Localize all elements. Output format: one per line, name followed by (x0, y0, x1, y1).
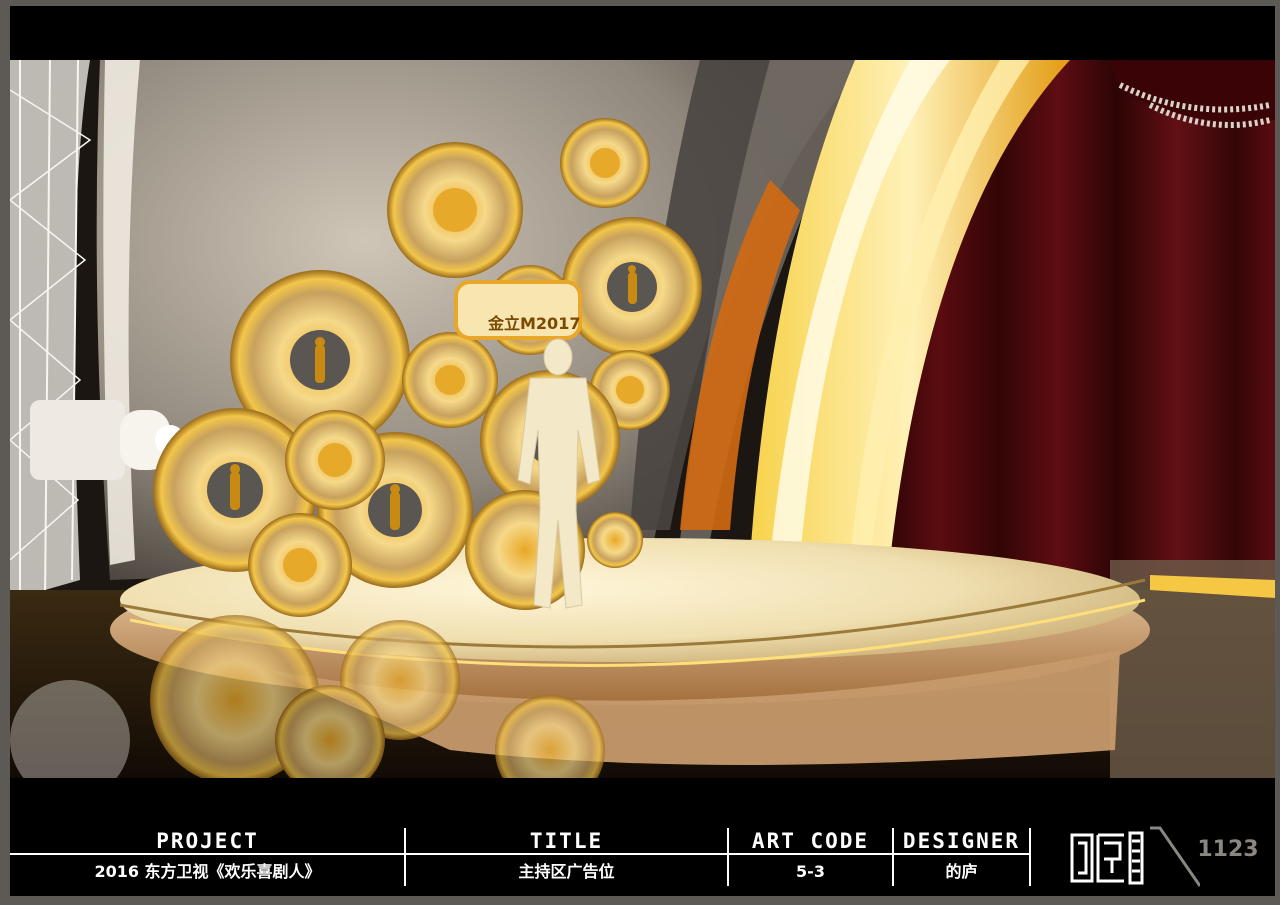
designer-value: 的庐 (945, 862, 978, 881)
art-code-label: ART CODE (751, 829, 870, 853)
project-value: 2016 东方卫视《欢乐喜剧人》 (94, 862, 321, 881)
stage-illustration (10, 60, 1275, 778)
sheet-frame: 金立M2017 PROJECT 2016 东方卫视《欢乐喜剧人》 TITLE 主… (0, 0, 1280, 905)
designer-label: DESIGNER (902, 829, 1021, 853)
stage-sign-text: 金立M2017 (488, 314, 581, 333)
sheet-number: 1123 (1197, 837, 1259, 862)
title-block: PROJECT 2016 东方卫视《欢乐喜剧人》 TITLE 主持区广告位 AR… (10, 826, 1200, 888)
stage-render (10, 60, 1275, 778)
project-label: PROJECT (156, 829, 259, 853)
studio-logo-icon (1070, 831, 1144, 885)
art-code-value: 5-3 (796, 862, 825, 881)
title-value: 主持区广告位 (518, 862, 615, 881)
title-label: TITLE (529, 829, 604, 853)
